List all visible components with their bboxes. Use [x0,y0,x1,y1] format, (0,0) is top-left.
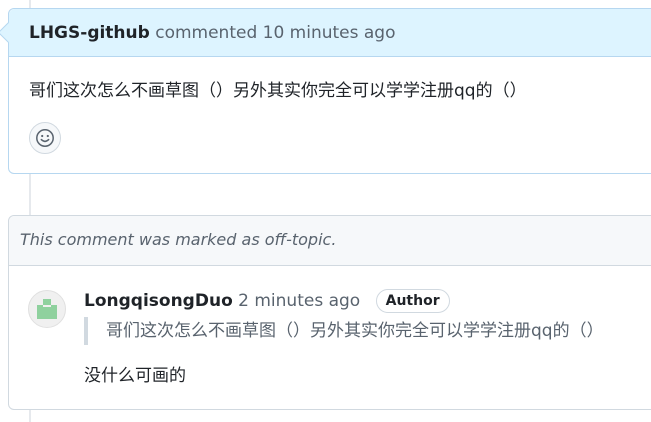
comment-timestamp[interactable]: 2 minutes ago [238,291,360,311]
comment-body: 没什么可画的 [84,366,186,386]
minimized-comment-card: This comment was marked as off-topic. Lo… [8,215,651,410]
smiley-icon [36,129,54,147]
comment-header-text: LHGS-github commented 10 minutes ago [29,22,396,44]
identicon-avatar [37,299,57,319]
author-badge: Author [375,289,450,313]
comment-card: LHGS-github commented 10 minutes ago 哥们这… [0,8,651,174]
comment-header: LHGS-github commented 10 minutes ago [9,9,651,57]
off-topic-notice: This comment was marked as off-topic. [20,230,337,249]
comment-author-link[interactable]: LHGS-github [29,23,150,43]
comment-timestamp[interactable]: commented 10 minutes ago [155,23,395,43]
author-avatar[interactable] [28,290,66,328]
off-topic-banner[interactable]: This comment was marked as off-topic. [9,216,651,266]
add-reaction-button[interactable] [29,122,61,154]
comment-header-text: LongqisongDuo 2 minutes ago Author [84,289,450,313]
comment-author-link[interactable]: LongqisongDuo [84,291,233,311]
comment-body: 哥们这次怎么不画草图（）另外其实你完全可以学学注册qq的（） [29,81,527,101]
quoted-reply: 哥们这次怎么不画草图（）另外其实你完全可以学学注册qq的（） [84,317,604,345]
